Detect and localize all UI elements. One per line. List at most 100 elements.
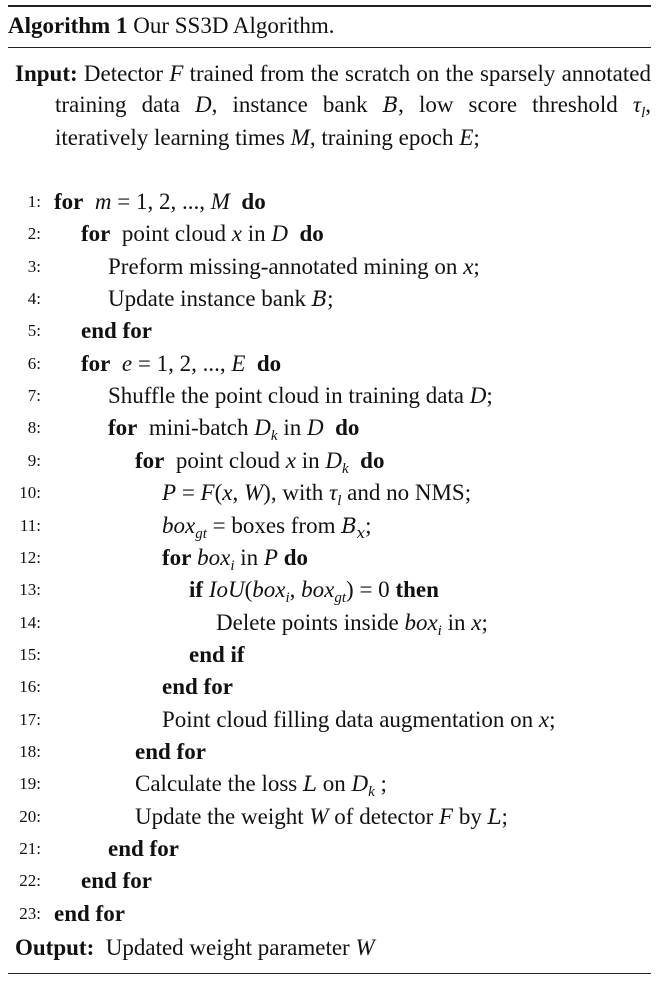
text: ;: [473, 124, 480, 150]
symbol-text: P: [263, 544, 278, 570]
text: Delete points inside: [216, 609, 405, 635]
symbol-text: D: [351, 771, 369, 797]
text: , instance bank: [211, 92, 383, 118]
text: ;: [481, 609, 488, 635]
symbol-text: e: [121, 350, 133, 376]
line-code: for m = 1, 2, ..., M do: [54, 186, 266, 218]
algorithm-title: Our SS3D Algorithm.: [127, 13, 335, 38]
line-number: 23:: [19, 903, 41, 923]
symbol-text: B: [311, 287, 328, 312]
text: = 1, 2, ...,: [111, 189, 211, 214]
algorithm-line: 22: end for: [0, 865, 660, 897]
keyword: do: [241, 189, 266, 214]
math-symbol: τl: [633, 92, 645, 121]
symbol-text: W: [355, 935, 375, 960]
math-symbol: τl: [328, 480, 341, 509]
symbol-text: B: [382, 93, 399, 118]
text: Update instance bank: [108, 286, 312, 312]
calligraphic-symbol: B: [383, 93, 398, 117]
math-symbol: P: [162, 480, 176, 505]
symbol-text: M: [210, 189, 230, 214]
line-code: Update instance bank B;: [108, 283, 334, 315]
math-symbol: x: [222, 480, 232, 505]
line-code: Update the weight W of detector F by L;: [135, 801, 508, 833]
symbol-text: box: [197, 544, 231, 570]
text: [288, 221, 300, 246]
text: ;: [327, 286, 334, 312]
symbol-text: τ: [328, 480, 338, 506]
keyword: then: [395, 577, 439, 603]
text: = boxes from: [206, 512, 342, 538]
symbol-text: m: [94, 189, 112, 214]
text: ;: [549, 706, 556, 732]
symbol-text: W: [244, 480, 264, 506]
symbol-text: box: [162, 512, 196, 538]
algorithm-line: 21: end for: [0, 833, 660, 865]
line-code: end for: [162, 671, 233, 703]
algorithm-caption: Algorithm 1 Our SS3D Algorithm.: [8, 11, 648, 41]
line-number: 2:: [27, 224, 41, 244]
line-number: 10:: [19, 483, 41, 503]
line-code: Point cloud filling data augmentation on…: [162, 704, 556, 736]
text: ) = 0: [346, 577, 396, 603]
line-code: end for: [108, 833, 179, 865]
keyword: end for: [162, 674, 233, 700]
text: ,: [289, 577, 302, 603]
line-number: 18:: [19, 741, 41, 761]
line-code: for mini-batch Dk in D do: [108, 412, 359, 444]
line-code: if IoU(boxi, boxgt) = 0 then: [189, 574, 439, 606]
algorithm-line: 14: Delete points inside boxi in x;: [0, 607, 660, 639]
math-symbol: IoU: [209, 577, 245, 602]
text: Point cloud filling data augmentation on: [162, 706, 539, 732]
input-label: Input:: [15, 61, 78, 86]
line-number: 16:: [19, 677, 41, 697]
text: mini-batch: [137, 415, 255, 441]
top-rule: [8, 5, 651, 7]
line-code: end for: [54, 898, 125, 930]
line-number: 5:: [27, 321, 41, 341]
symbol-text: box: [301, 577, 335, 603]
text: ;: [374, 771, 387, 797]
keyword: do: [256, 350, 282, 376]
math-symbol: M: [211, 189, 230, 214]
calligraphic-symbol: B: [312, 287, 327, 311]
math-symbol: boxi: [404, 610, 441, 639]
line-number: 15:: [19, 644, 41, 664]
line-number: 13:: [19, 580, 41, 600]
line-number: 14:: [19, 612, 41, 632]
text: Calculate the loss: [135, 771, 303, 797]
math-symbol: boxgt: [301, 577, 346, 606]
algorithm-line: 18: end for: [0, 736, 660, 768]
symbol-text: M: [290, 124, 310, 150]
algorithm-number: Algorithm 1: [8, 13, 128, 38]
symbol-text: D: [306, 415, 324, 441]
algorithm-line: 1: for m = 1, 2, ..., M do: [0, 186, 660, 218]
algorithm-line: 23: end for: [0, 898, 660, 930]
output-description: Updated weight parameter W: [94, 935, 375, 960]
symbol-text: L: [487, 804, 502, 829]
algorithm-line: 11: boxgt = boxes from Bx;: [0, 510, 660, 542]
line-code: Preform missing-annotated mining on x;: [108, 251, 480, 283]
algorithm-line: 16: end for: [0, 671, 660, 703]
keyword: end for: [108, 836, 179, 861]
keyword: do: [299, 221, 324, 247]
math-symbol: D: [195, 92, 212, 117]
output-label: Output:: [15, 935, 95, 960]
line-code: end for: [81, 865, 152, 897]
math-symbol: W: [244, 480, 263, 505]
line-code: for point cloud x in Dk do: [135, 445, 384, 477]
math-symbol: e: [122, 351, 132, 376]
text: = 1, 2, ...,: [132, 350, 232, 376]
algorithm-line: 12: for boxi in P do: [0, 542, 660, 574]
caption-rule: [8, 47, 651, 48]
symbol-text: F: [439, 803, 454, 829]
text: , training epoch: [309, 124, 460, 150]
math-symbol: P: [264, 545, 278, 570]
keyword: for: [135, 447, 165, 473]
subscript: x: [356, 523, 366, 542]
symbol-text: x: [463, 253, 474, 279]
math-symbol: F: [169, 61, 183, 86]
text: [83, 189, 95, 214]
line-code: end if: [189, 639, 245, 671]
symbol-text: x: [471, 609, 482, 635]
